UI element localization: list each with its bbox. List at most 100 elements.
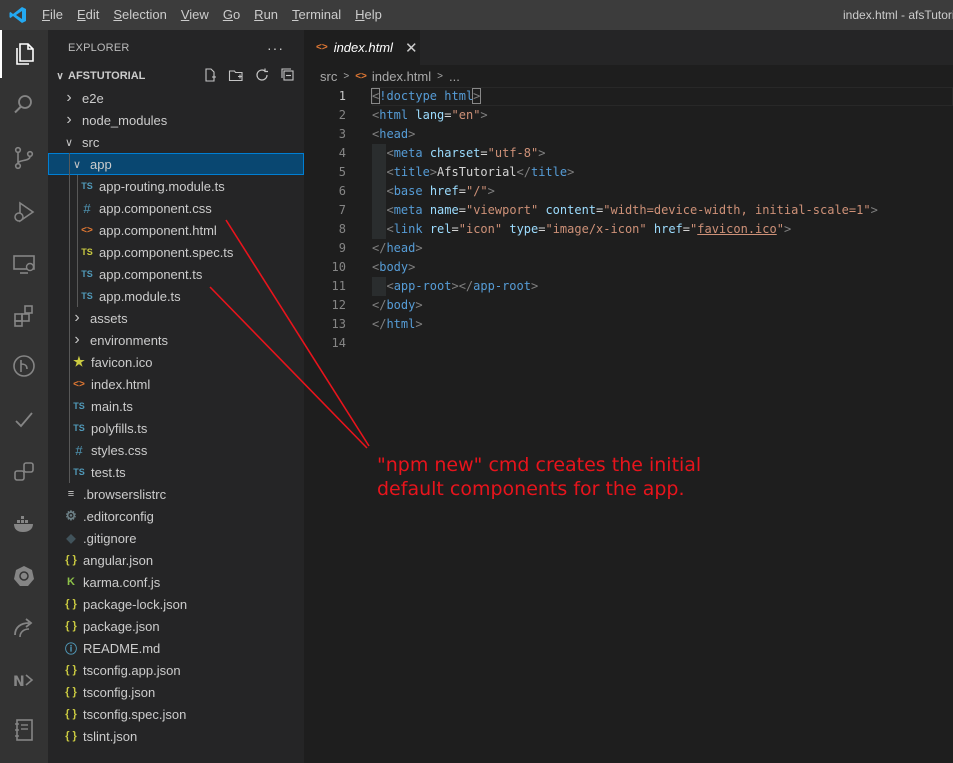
menu-selection[interactable]: Selection (106, 0, 173, 30)
project-folder-header[interactable]: ∨ AFSTUTORIAL (48, 65, 304, 87)
breadcrumb-src[interactable]: src (320, 69, 337, 84)
tree-file[interactable]: TS polyfills.ts (48, 417, 304, 439)
code-token: body (379, 260, 409, 274)
tree-file[interactable]: TS app-routing.module.ts (48, 175, 304, 197)
tree-file[interactable]: <> app.component.html (48, 219, 304, 241)
code-token: = (682, 222, 691, 236)
tree-file[interactable]: { } package-lock.json (48, 593, 304, 615)
run-debug-icon[interactable] (0, 188, 48, 236)
menu-go[interactable]: Go (216, 0, 247, 30)
tree-file[interactable]: ≡ .browserslistrc (48, 483, 304, 505)
refresh-icon[interactable] (254, 67, 270, 86)
collapse-all-icon[interactable] (280, 67, 296, 86)
menu-run[interactable]: Run (247, 0, 285, 30)
indent-guide (69, 461, 70, 483)
more-actions-icon[interactable]: ··· (267, 40, 284, 56)
code-editor[interactable]: 1 <!doctype html> 2 <html lang="en"> 3 <head>… (304, 87, 953, 763)
tree-file[interactable]: TS app.component.ts (48, 263, 304, 285)
code-token: > (408, 260, 416, 274)
code-token: "viewport" (465, 203, 539, 217)
breadcrumb-symbol[interactable]: ... (449, 69, 460, 84)
close-icon[interactable]: ✕ (405, 39, 418, 57)
tree-file[interactable]: TS test.ts (48, 461, 304, 483)
tree-file[interactable]: { } tsconfig.spec.json (48, 703, 304, 725)
code-token: link (393, 222, 423, 236)
indent-guide (69, 263, 70, 285)
tree-folder[interactable]: › node_modules (48, 109, 304, 131)
menu-accelerator: S (113, 7, 123, 22)
line-number: 11 (331, 279, 346, 293)
new-folder-icon[interactable] (228, 67, 244, 86)
remote-share-icon[interactable] (0, 604, 48, 652)
code-token: < (386, 203, 394, 217)
code-token: > (530, 279, 539, 293)
source-control-icon[interactable] (0, 134, 48, 182)
tree-file[interactable]: ◆ .gitignore (48, 527, 304, 549)
new-file-icon[interactable] (202, 67, 218, 86)
line-number: 14 (331, 336, 346, 350)
chevron-right-icon: > (437, 70, 443, 82)
tree-folder[interactable]: ∨ src (48, 131, 304, 153)
extensions-icon[interactable] (0, 292, 48, 340)
nx-console-icon[interactable]: N (0, 656, 48, 704)
chevron-right-icon: › (74, 331, 80, 348)
notebook-icon[interactable] (0, 706, 48, 754)
tree-file[interactable]: TS app.module.ts (48, 285, 304, 307)
tree-file[interactable]: Kkarma.conf.js (48, 571, 304, 593)
tree-item-label: environments (90, 332, 169, 348)
search-icon[interactable] (0, 80, 48, 128)
tree-file[interactable]: ⚙ .editorconfig (48, 505, 304, 527)
tree-file[interactable]: { } package.json (48, 615, 304, 637)
gear-icon: ⚙ (65, 508, 77, 523)
tree-file[interactable]: TS main.ts (48, 395, 304, 417)
git-graph-icon[interactable] (0, 342, 48, 390)
tree-item-label: main.ts (91, 398, 133, 414)
indent-guide (69, 197, 70, 219)
menu-help[interactable]: Help (348, 0, 389, 30)
tree-file[interactable]: { } tslint.json (48, 725, 304, 747)
tab-index-html[interactable]: <> index.html ✕ (304, 30, 420, 65)
tree-item-label: app.component.html (99, 222, 217, 238)
tree-folder[interactable]: › assets (48, 307, 304, 329)
tree-file[interactable]: ⓘ README.md (48, 637, 304, 659)
tree-file[interactable]: { } tsconfig.app.json (48, 659, 304, 681)
remote-explorer-icon[interactable] (0, 240, 48, 288)
tree-folder[interactable]: › environments (48, 329, 304, 351)
menu-terminal[interactable]: Terminal (285, 0, 348, 30)
tree-file[interactable]: { } tsconfig.json (48, 681, 304, 703)
tree-file[interactable]: { } angular.json (48, 549, 304, 571)
indent-guide (69, 329, 70, 351)
kubernetes-icon[interactable] (0, 552, 48, 600)
testing-icon[interactable] (0, 396, 48, 444)
tree-folder[interactable]: › e2e (48, 87, 304, 109)
tree-item-label: styles.css (91, 442, 148, 458)
tree-file[interactable]: # styles.css (48, 439, 304, 461)
tree-item-label: e2e (82, 90, 104, 106)
tree-file[interactable]: # app.component.css (48, 197, 304, 219)
menu-file[interactable]: File (35, 0, 70, 30)
typescript-file-icon: TS (73, 401, 85, 411)
code-token: > (415, 241, 423, 255)
code-token: < (386, 165, 394, 179)
code-token: content (545, 203, 597, 217)
breadcrumb-file[interactable]: index.html (372, 69, 431, 84)
code-token: > (538, 146, 546, 160)
tree-folder[interactable]: ∨ app (48, 153, 304, 175)
code-line: <link rel="icon" type="image/x-icon" hre… (372, 220, 791, 239)
menu-view[interactable]: View (174, 0, 216, 30)
tree-item-label: tsconfig.spec.json (83, 706, 187, 722)
tree-file[interactable]: TS app.component.spec.ts (48, 241, 304, 263)
tree-item-label: index.html (91, 376, 151, 392)
docker-icon[interactable] (0, 500, 48, 548)
chevron-down-icon: ∨ (56, 70, 64, 82)
explorer-icon[interactable] (0, 30, 48, 78)
tree-file[interactable]: <> index.html (48, 373, 304, 395)
live-share-icon[interactable] (0, 448, 48, 496)
html-file-icon: <> (73, 378, 85, 390)
html-file-icon: <> (316, 42, 328, 53)
menu-edit[interactable]: Edit (70, 0, 106, 30)
tree-file[interactable]: ★ favicon.ico (48, 351, 304, 373)
